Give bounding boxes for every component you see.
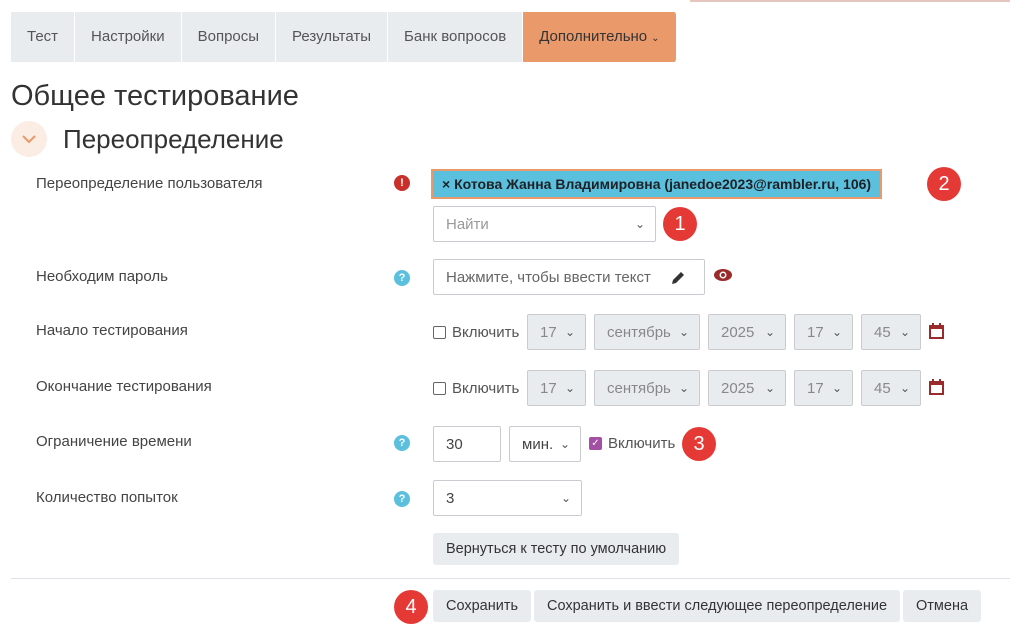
chevron-down-icon: ⌄	[831, 325, 842, 339]
password-label: Необходим пароль	[36, 268, 168, 285]
tab-more-label: Дополнительно	[539, 28, 648, 45]
end-month-select: сентябрь ⌄	[594, 370, 700, 406]
start-year-select: 2025 ⌄	[708, 314, 786, 350]
chevron-down-icon: ⌄	[899, 381, 910, 395]
time-limit-label: Ограничение времени	[36, 433, 192, 450]
end-year-value: 2025	[721, 379, 755, 397]
password-placeholder: Нажмите, чтобы ввести текст	[446, 268, 651, 286]
start-month-value: сентябрь	[607, 323, 671, 341]
search-placeholder: Найти	[446, 215, 489, 233]
chevron-down-icon: ⌄	[564, 381, 575, 395]
tab-question-bank[interactable]: Банк вопросов	[388, 12, 524, 62]
pencil-icon	[672, 272, 684, 284]
start-minute-value: 45	[874, 323, 891, 341]
section-title: Переопределение	[63, 124, 284, 154]
top-border	[690, 0, 1010, 2]
tab-settings[interactable]: Настройки	[75, 12, 182, 62]
tab-bar: Тест Настройки Вопросы Результаты Банк в…	[11, 12, 677, 62]
help-icon[interactable]: ?	[394, 491, 410, 507]
attempts-label: Количество попыток	[36, 489, 178, 506]
time-unit-value: мин.	[522, 435, 554, 453]
chevron-down-icon: ⌄	[559, 437, 570, 451]
chevron-down-icon: ⌄	[764, 381, 775, 395]
end-year-select: 2025 ⌄	[708, 370, 786, 406]
start-month-select: сентябрь ⌄	[594, 314, 700, 350]
eye-icon[interactable]	[713, 267, 733, 283]
tab-test[interactable]: Тест	[11, 12, 76, 62]
start-day-value: 17	[540, 323, 557, 341]
start-label: Начало тестирования	[36, 322, 188, 339]
chevron-down-icon: ⌄	[651, 33, 660, 44]
annotation-badge-3: 3	[682, 427, 716, 461]
end-minute-value: 45	[874, 379, 891, 397]
start-enable-label: Включить	[452, 324, 520, 341]
tab-results[interactable]: Результаты	[276, 12, 389, 62]
chevron-down-icon: ⌄	[678, 325, 689, 339]
end-minute-select: 45 ⌄	[861, 370, 921, 406]
start-hour-value: 17	[807, 323, 824, 341]
time-unit-select[interactable]: мин. ⌄	[509, 426, 581, 462]
calendar-icon[interactable]	[929, 323, 944, 339]
time-limit-value: 30	[446, 435, 463, 453]
end-day-select: 17 ⌄	[527, 370, 586, 406]
password-field[interactable]: Нажмите, чтобы ввести текст	[433, 259, 705, 295]
page-title: Общее тестирование	[11, 80, 299, 112]
end-label: Окончание тестирования	[36, 378, 212, 395]
chevron-down-icon: ⌄	[564, 325, 575, 339]
attempts-select[interactable]: 3 ⌄	[433, 480, 582, 516]
user-search-select[interactable]: Найти ⌄	[433, 206, 656, 242]
start-year-value: 2025	[721, 323, 755, 341]
end-day-value: 17	[540, 379, 557, 397]
end-month-value: сентябрь	[607, 379, 671, 397]
time-limit-enable-checkbox[interactable]: ✓ Включить	[589, 435, 675, 452]
start-enable-checkbox[interactable]: Включить	[433, 324, 519, 341]
tab-questions[interactable]: Вопросы	[181, 12, 277, 62]
collapse-toggle[interactable]	[11, 121, 47, 157]
user-override-label: Переопределение пользователя	[36, 175, 263, 192]
annotation-badge-1: 1	[663, 207, 697, 241]
calendar-icon[interactable]	[929, 379, 944, 395]
end-enable-checkbox[interactable]: Включить	[433, 380, 519, 397]
start-minute-select: 45 ⌄	[861, 314, 921, 350]
end-hour-value: 17	[807, 379, 824, 397]
start-day-select: 17 ⌄	[527, 314, 586, 350]
chevron-down-icon: ⌄	[634, 217, 645, 231]
help-icon[interactable]: ?	[394, 270, 410, 286]
tab-more[interactable]: Дополнительно ⌄	[523, 12, 677, 62]
chevron-down-icon: ⌄	[831, 381, 842, 395]
attempts-value: 3	[446, 489, 455, 507]
chevron-down-icon	[22, 135, 36, 144]
start-hour-select: 17 ⌄	[794, 314, 853, 350]
end-hour-select: 17 ⌄	[794, 370, 853, 406]
checkbox-box[interactable]	[433, 382, 446, 395]
time-limit-enable-label: Включить	[608, 435, 676, 452]
save-and-next-button[interactable]: Сохранить и ввести следующее переопредел…	[534, 590, 901, 622]
checkbox-box[interactable]	[433, 326, 446, 339]
cancel-button[interactable]: Отмена	[903, 590, 982, 622]
annotation-badge-4: 4	[394, 590, 428, 624]
chevron-down-icon: ⌄	[560, 491, 571, 505]
chevron-down-icon: ⌄	[678, 381, 689, 395]
end-enable-label: Включить	[452, 380, 520, 397]
selected-user-chip[interactable]: × Котова Жанна Владимировна (janedoe2023…	[431, 169, 883, 199]
checkbox-checked-icon[interactable]: ✓	[589, 437, 602, 450]
divider	[11, 578, 1010, 579]
chevron-down-icon: ⌄	[899, 325, 910, 339]
help-icon[interactable]: ?	[394, 435, 410, 451]
annotation-badge-2: 2	[927, 167, 961, 201]
save-button[interactable]: Сохранить	[433, 590, 532, 622]
revert-to-default-button[interactable]: Вернуться к тесту по умолчанию	[433, 533, 680, 565]
chevron-down-icon: ⌄	[764, 325, 775, 339]
required-error-icon: !	[394, 175, 410, 191]
time-limit-input[interactable]: 30	[433, 426, 501, 462]
